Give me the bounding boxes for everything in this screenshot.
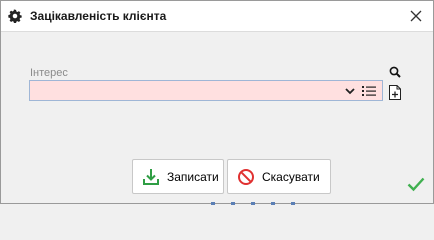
cancel-button-label: Скасувати [262, 169, 320, 184]
cancel-button[interactable]: Скасувати [227, 159, 331, 194]
close-button[interactable] [407, 7, 425, 25]
save-button-label: Записати [167, 169, 219, 184]
gear-icon [8, 9, 22, 23]
save-button[interactable]: Записати [132, 159, 224, 194]
chevron-down-icon[interactable] [344, 85, 356, 97]
resize-grip [211, 202, 295, 205]
download-icon [143, 168, 159, 185]
title-bar: Зацікавленість клієнта [1, 1, 433, 32]
checkmark-icon[interactable] [407, 176, 425, 192]
prohibited-icon [238, 168, 254, 185]
interest-label: Інтерес [30, 67, 68, 79]
client-interest-dialog: Зацікавленість клієнта Інтерес Записати … [0, 0, 434, 205]
add-document-icon[interactable] [388, 84, 402, 101]
dialog-title: Зацікавленість клієнта [30, 9, 167, 23]
close-icon [410, 10, 422, 22]
search-icon[interactable] [389, 66, 401, 78]
list-icon[interactable] [362, 85, 376, 97]
interest-combobox[interactable] [29, 80, 383, 101]
